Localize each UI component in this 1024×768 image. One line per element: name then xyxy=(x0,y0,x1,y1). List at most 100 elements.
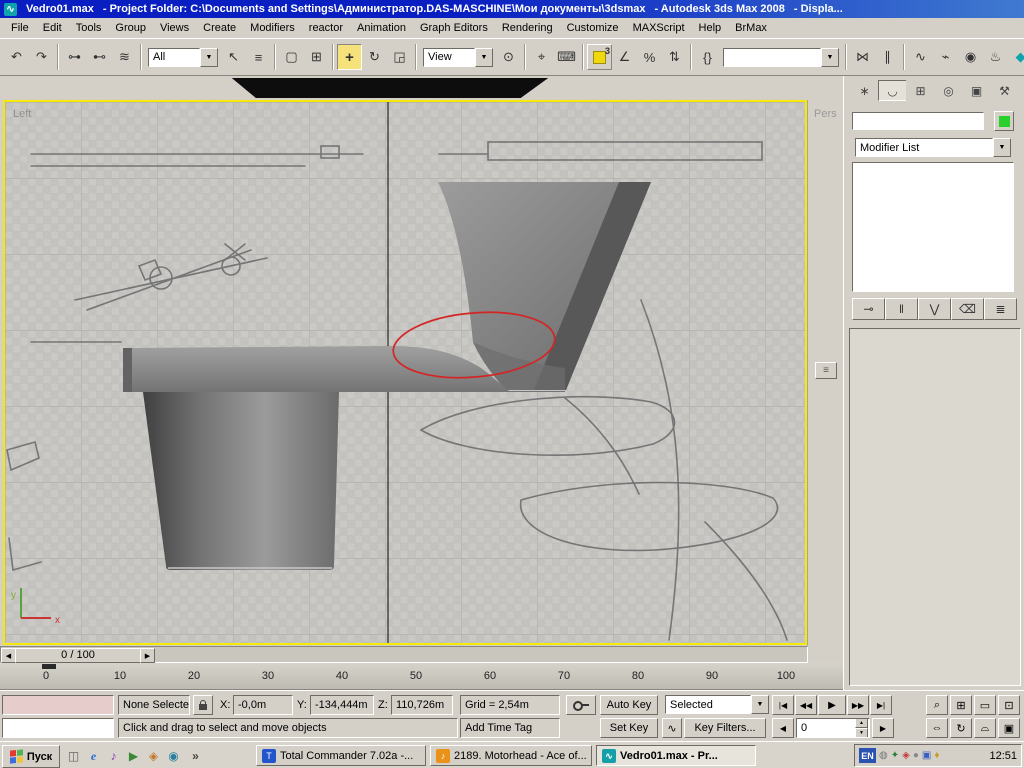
chevron-down-icon[interactable]: ▼ xyxy=(821,48,839,67)
menu-tools[interactable]: Tools xyxy=(69,20,109,36)
menu-reactor[interactable]: reactor xyxy=(302,20,350,36)
curve-editor-button[interactable]: ∿ xyxy=(908,44,933,70)
select-and-manipulate-button[interactable]: ⌖ xyxy=(529,44,554,70)
next-frame-button[interactable]: ▶▶ xyxy=(847,695,869,715)
reference-coordinate-system-dropdown[interactable]: View ▼ xyxy=(423,48,493,67)
current-frame-marker[interactable] xyxy=(42,664,56,669)
z-coordinate-field[interactable]: 110,726m xyxy=(391,695,453,715)
language-indicator[interactable]: EN xyxy=(859,748,876,763)
arc-rotate-button[interactable]: ↻ xyxy=(950,718,972,738)
field-of-view-button[interactable]: ⌓ xyxy=(974,718,996,738)
start-button[interactable]: Пуск xyxy=(2,745,60,768)
taskbar-task-media-player[interactable]: ♪ 2189. Motorhead - Ace of... xyxy=(430,745,592,766)
viewport-left[interactable]: y x Left xyxy=(3,100,807,645)
quick-launch-overflow-chevron[interactable]: » xyxy=(186,747,205,765)
bind-to-space-warp-button[interactable]: ≋ xyxy=(112,44,137,70)
undo-button[interactable]: ↶ xyxy=(4,44,29,70)
use-pivot-point-button[interactable]: ⊙ xyxy=(496,44,521,70)
menu-brmax[interactable]: BrMax xyxy=(728,20,774,36)
remove-modifier-button[interactable]: ⌫ xyxy=(951,298,984,320)
key-filter-curve-button[interactable]: ∿ xyxy=(662,718,682,738)
select-and-rotate-button[interactable]: ↻ xyxy=(362,44,387,70)
unlink-selection-button[interactable]: ⊷ xyxy=(87,44,112,70)
quick-launch-icon-1[interactable]: ◫ xyxy=(64,747,83,765)
menu-edit[interactable]: Edit xyxy=(36,20,69,36)
maxscript-mini-listener-pink[interactable] xyxy=(2,695,114,715)
select-by-name-button[interactable]: ≡ xyxy=(246,44,271,70)
menu-rendering[interactable]: Rendering xyxy=(495,20,560,36)
snaps-toggle-button[interactable]: 3 xyxy=(587,44,612,70)
quick-launch-icon-6[interactable]: ◉ xyxy=(164,747,183,765)
tab-create[interactable]: ∗ xyxy=(850,80,879,101)
menu-file[interactable]: File xyxy=(4,20,36,36)
quick-render-button[interactable]: ◆ xyxy=(1008,44,1024,70)
set-key-button[interactable]: Set Key xyxy=(600,718,658,738)
zoom-extents-all-button[interactable]: ⊡ xyxy=(998,695,1020,715)
frame-forward-button[interactable]: ▶ xyxy=(872,718,894,738)
edit-named-selection-sets-button[interactable]: {} xyxy=(695,44,720,70)
select-and-move-button[interactable]: + xyxy=(337,44,362,70)
go-to-start-button[interactable]: |◀ xyxy=(772,695,794,715)
menu-maxscript[interactable]: MAXScript xyxy=(626,20,692,36)
configure-modifier-sets-button[interactable]: ≣ xyxy=(984,298,1017,320)
mirror-button[interactable]: ⋈ xyxy=(850,44,875,70)
taskbar-task-total-commander[interactable]: T Total Commander 7.02a -... xyxy=(256,745,426,766)
auto-key-button[interactable]: Auto Key xyxy=(600,695,658,715)
show-end-result-button[interactable]: ‖ xyxy=(885,298,918,320)
play-button[interactable]: ▶ xyxy=(818,695,846,715)
tab-motion[interactable]: ◎ xyxy=(934,80,963,101)
quick-launch-icon-3[interactable]: ♪ xyxy=(104,747,123,765)
time-slider-right-arrow[interactable]: ▶ xyxy=(140,648,155,663)
menu-help[interactable]: Help xyxy=(692,20,729,36)
frame-spinner[interactable]: ▲ ▼ xyxy=(855,718,868,738)
tray-icon-3[interactable]: ◈ xyxy=(902,750,910,761)
tab-hierarchy[interactable]: ⊞ xyxy=(906,80,935,101)
chevron-down-icon[interactable]: ▼ xyxy=(751,695,769,714)
x-coordinate-field[interactable]: -0,0m xyxy=(233,695,293,715)
percent-snap-button[interactable]: % xyxy=(637,44,662,70)
chevron-down-icon[interactable]: ▼ xyxy=(200,48,218,67)
menu-animation[interactable]: Animation xyxy=(350,20,413,36)
spinner-snap-button[interactable]: ⇅ xyxy=(662,44,687,70)
tray-icon-4[interactable]: ● xyxy=(913,750,919,761)
menu-customize[interactable]: Customize xyxy=(560,20,626,36)
key-filters-button[interactable]: Key Filters... xyxy=(684,718,766,738)
modifier-stack-list[interactable] xyxy=(852,162,1014,292)
schematic-view-button[interactable]: ⌁ xyxy=(933,44,958,70)
pin-stack-button[interactable]: ⊸ xyxy=(852,298,885,320)
time-slider[interactable]: ◀ 0 / 100 ▶ xyxy=(0,646,808,663)
align-button[interactable]: ∥ xyxy=(875,44,900,70)
menu-graph-editors[interactable]: Graph Editors xyxy=(413,20,495,36)
window-crossing-button[interactable]: ⊞ xyxy=(304,44,329,70)
object-color-swatch[interactable] xyxy=(994,111,1014,131)
internet-explorer-icon[interactable]: e xyxy=(84,747,103,765)
quick-launch-icon-5[interactable]: ◈ xyxy=(144,747,163,765)
menu-create[interactable]: Create xyxy=(196,20,243,36)
pan-button[interactable]: ⇔ xyxy=(926,718,948,738)
taskbar-task-3dsmax[interactable]: ∿ Vedro01.max - Pr... xyxy=(596,745,756,766)
chevron-down-icon[interactable]: ▼ xyxy=(993,138,1011,157)
chevron-down-icon[interactable]: ▼ xyxy=(475,48,493,67)
tray-icon-2[interactable]: ✦ xyxy=(891,750,899,761)
taskbar-clock[interactable]: 12:51 xyxy=(989,750,1017,762)
rectangular-selection-region-button[interactable]: ▢ xyxy=(279,44,304,70)
min-max-toggle-button[interactable]: ▣ xyxy=(998,718,1020,738)
spinner-down-icon[interactable]: ▼ xyxy=(855,728,868,738)
menu-views[interactable]: Views xyxy=(153,20,196,36)
selection-filter-dropdown[interactable]: All ▼ xyxy=(148,48,218,67)
tray-icon-1[interactable]: ◍ xyxy=(879,750,888,761)
tray-icon-5[interactable]: ▣ xyxy=(922,750,931,761)
keyboard-override-button[interactable]: ⌨ xyxy=(554,44,579,70)
redo-button[interactable]: ↷ xyxy=(29,44,54,70)
render-scene-button[interactable]: ♨ xyxy=(983,44,1008,70)
select-and-link-button[interactable]: ⊶ xyxy=(62,44,87,70)
track-bar[interactable]: 0 10 20 30 40 50 60 70 80 90 100 xyxy=(0,663,843,690)
set-key-mode-button[interactable] xyxy=(566,695,596,715)
key-mode-dropdown[interactable]: Selected ▼ xyxy=(665,695,769,714)
time-slider-handle[interactable]: 0 / 100 xyxy=(15,648,141,663)
make-unique-button[interactable]: ⋁ xyxy=(918,298,951,320)
y-coordinate-field[interactable]: -134,444m xyxy=(310,695,374,715)
spinner-up-icon[interactable]: ▲ xyxy=(855,718,868,728)
panel-scroll-handle[interactable]: ≡ xyxy=(815,362,837,379)
maxscript-mini-listener-white[interactable] xyxy=(2,718,114,738)
